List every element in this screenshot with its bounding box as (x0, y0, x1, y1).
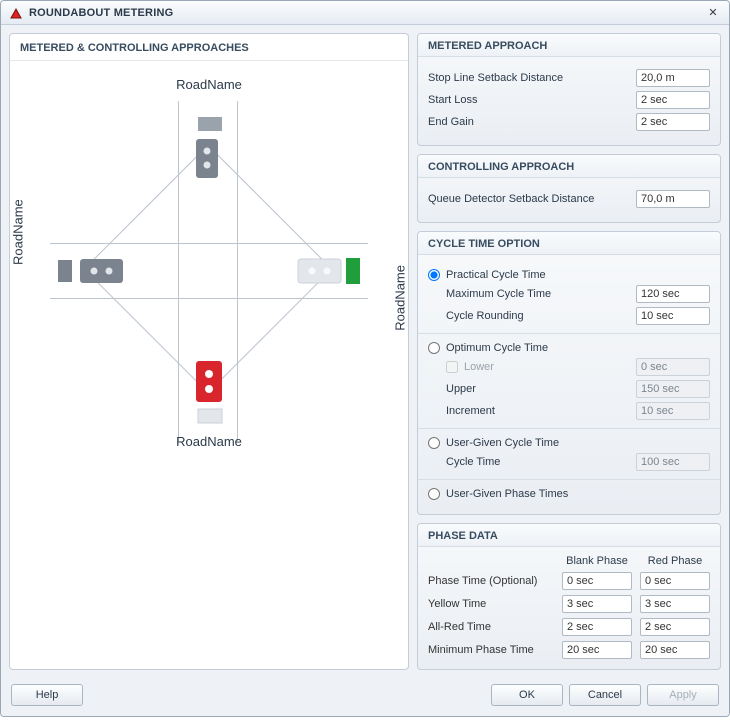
divider (418, 428, 720, 429)
lower-label: Lower (464, 361, 636, 373)
cycle-time-input (636, 453, 710, 471)
app-icon (9, 6, 23, 20)
allred-blank-input[interactable] (562, 618, 632, 636)
roadname-west: RoadName (11, 199, 26, 265)
yellow-blank-input[interactable] (562, 595, 632, 613)
end-gain-label: End Gain (428, 116, 636, 128)
min-phase-blank-input[interactable] (562, 641, 632, 659)
phase-time-blank-input[interactable] (562, 572, 632, 590)
roadname-north: RoadName (176, 77, 242, 92)
queue-detector-label: Queue Detector Setback Distance (428, 193, 636, 205)
yellow-time-label: Yellow Time (428, 598, 554, 610)
start-loss-label: Start Loss (428, 94, 636, 106)
user-cycle-label[interactable]: User-Given Cycle Time (446, 437, 559, 449)
button-bar: Help OK Cancel Apply (1, 678, 729, 716)
increment-label: Increment (446, 405, 636, 417)
phase-data-title: PHASE DATA (418, 524, 720, 547)
upper-label: Upper (446, 383, 636, 395)
max-cycle-label: Maximum Cycle Time (446, 288, 636, 300)
apply-button: Apply (647, 684, 719, 706)
user-cycle-radio[interactable] (428, 437, 440, 449)
yellow-red-input[interactable] (640, 595, 710, 613)
max-cycle-input[interactable] (636, 285, 710, 303)
practical-radio[interactable] (428, 269, 440, 281)
dialog-window: ROUNDABOUT METERING ✕ METERED & CONTROLL… (0, 0, 730, 717)
stop-line-input[interactable] (636, 69, 710, 87)
metered-approach-panel: METERED APPROACH Stop Line Setback Dista… (417, 33, 721, 146)
close-icon[interactable]: ✕ (705, 5, 721, 21)
allred-red-input[interactable] (640, 618, 710, 636)
allred-time-label: All-Red Time (428, 621, 554, 633)
roadname-south: RoadName (176, 434, 242, 449)
lower-checkbox (446, 361, 458, 373)
phase-data-panel: PHASE DATA Blank Phase Red Phase Phase T… (417, 523, 721, 670)
practical-label[interactable]: Practical Cycle Time (446, 269, 546, 281)
cycle-time-label: Cycle Time (446, 456, 636, 468)
roadname-east: RoadName (393, 265, 408, 331)
titlebar: ROUNDABOUT METERING ✕ (1, 1, 729, 25)
queue-detector-input[interactable] (636, 190, 710, 208)
optimum-label[interactable]: Optimum Cycle Time (446, 342, 548, 354)
col-red-header: Red Phase (640, 555, 710, 567)
lower-input (636, 358, 710, 376)
end-gain-input[interactable] (636, 113, 710, 131)
min-phase-red-input[interactable] (640, 641, 710, 659)
start-loss-input[interactable] (636, 91, 710, 109)
cycle-rounding-input[interactable] (636, 307, 710, 325)
user-phase-label[interactable]: User-Given Phase Times (446, 488, 568, 500)
cancel-button[interactable]: Cancel (569, 684, 641, 706)
optimum-radio[interactable] (428, 342, 440, 354)
upper-input (636, 380, 710, 398)
controlling-approach-title: CONTROLLING APPROACH (418, 155, 720, 178)
phase-time-red-input[interactable] (640, 572, 710, 590)
approaches-title: METERED & CONTROLLING APPROACHES (10, 34, 408, 61)
cycle-rounding-label: Cycle Rounding (446, 310, 636, 322)
metered-approach-title: METERED APPROACH (418, 34, 720, 57)
stop-line-label: Stop Line Setback Distance (428, 72, 636, 84)
min-phase-label: Minimum Phase Time (428, 644, 554, 656)
help-button[interactable]: Help (11, 684, 83, 706)
ok-button[interactable]: OK (491, 684, 563, 706)
cycle-time-panel: CYCLE TIME OPTION Practical Cycle Time M… (417, 231, 721, 515)
controlling-approach-panel: CONTROLLING APPROACH Queue Detector Setb… (417, 154, 721, 223)
window-title: ROUNDABOUT METERING (29, 7, 173, 19)
road-horizontal (50, 243, 368, 299)
divider (418, 333, 720, 334)
approaches-panel: METERED & CONTROLLING APPROACHES (9, 33, 409, 670)
increment-input (636, 402, 710, 420)
roundabout-diagram[interactable]: RoadName RoadName RoadName RoadName (10, 61, 408, 469)
divider (418, 479, 720, 480)
col-blank-header: Blank Phase (562, 555, 632, 567)
user-phase-radio[interactable] (428, 488, 440, 500)
cycle-time-title: CYCLE TIME OPTION (418, 232, 720, 255)
phase-time-label: Phase Time (Optional) (428, 575, 554, 587)
